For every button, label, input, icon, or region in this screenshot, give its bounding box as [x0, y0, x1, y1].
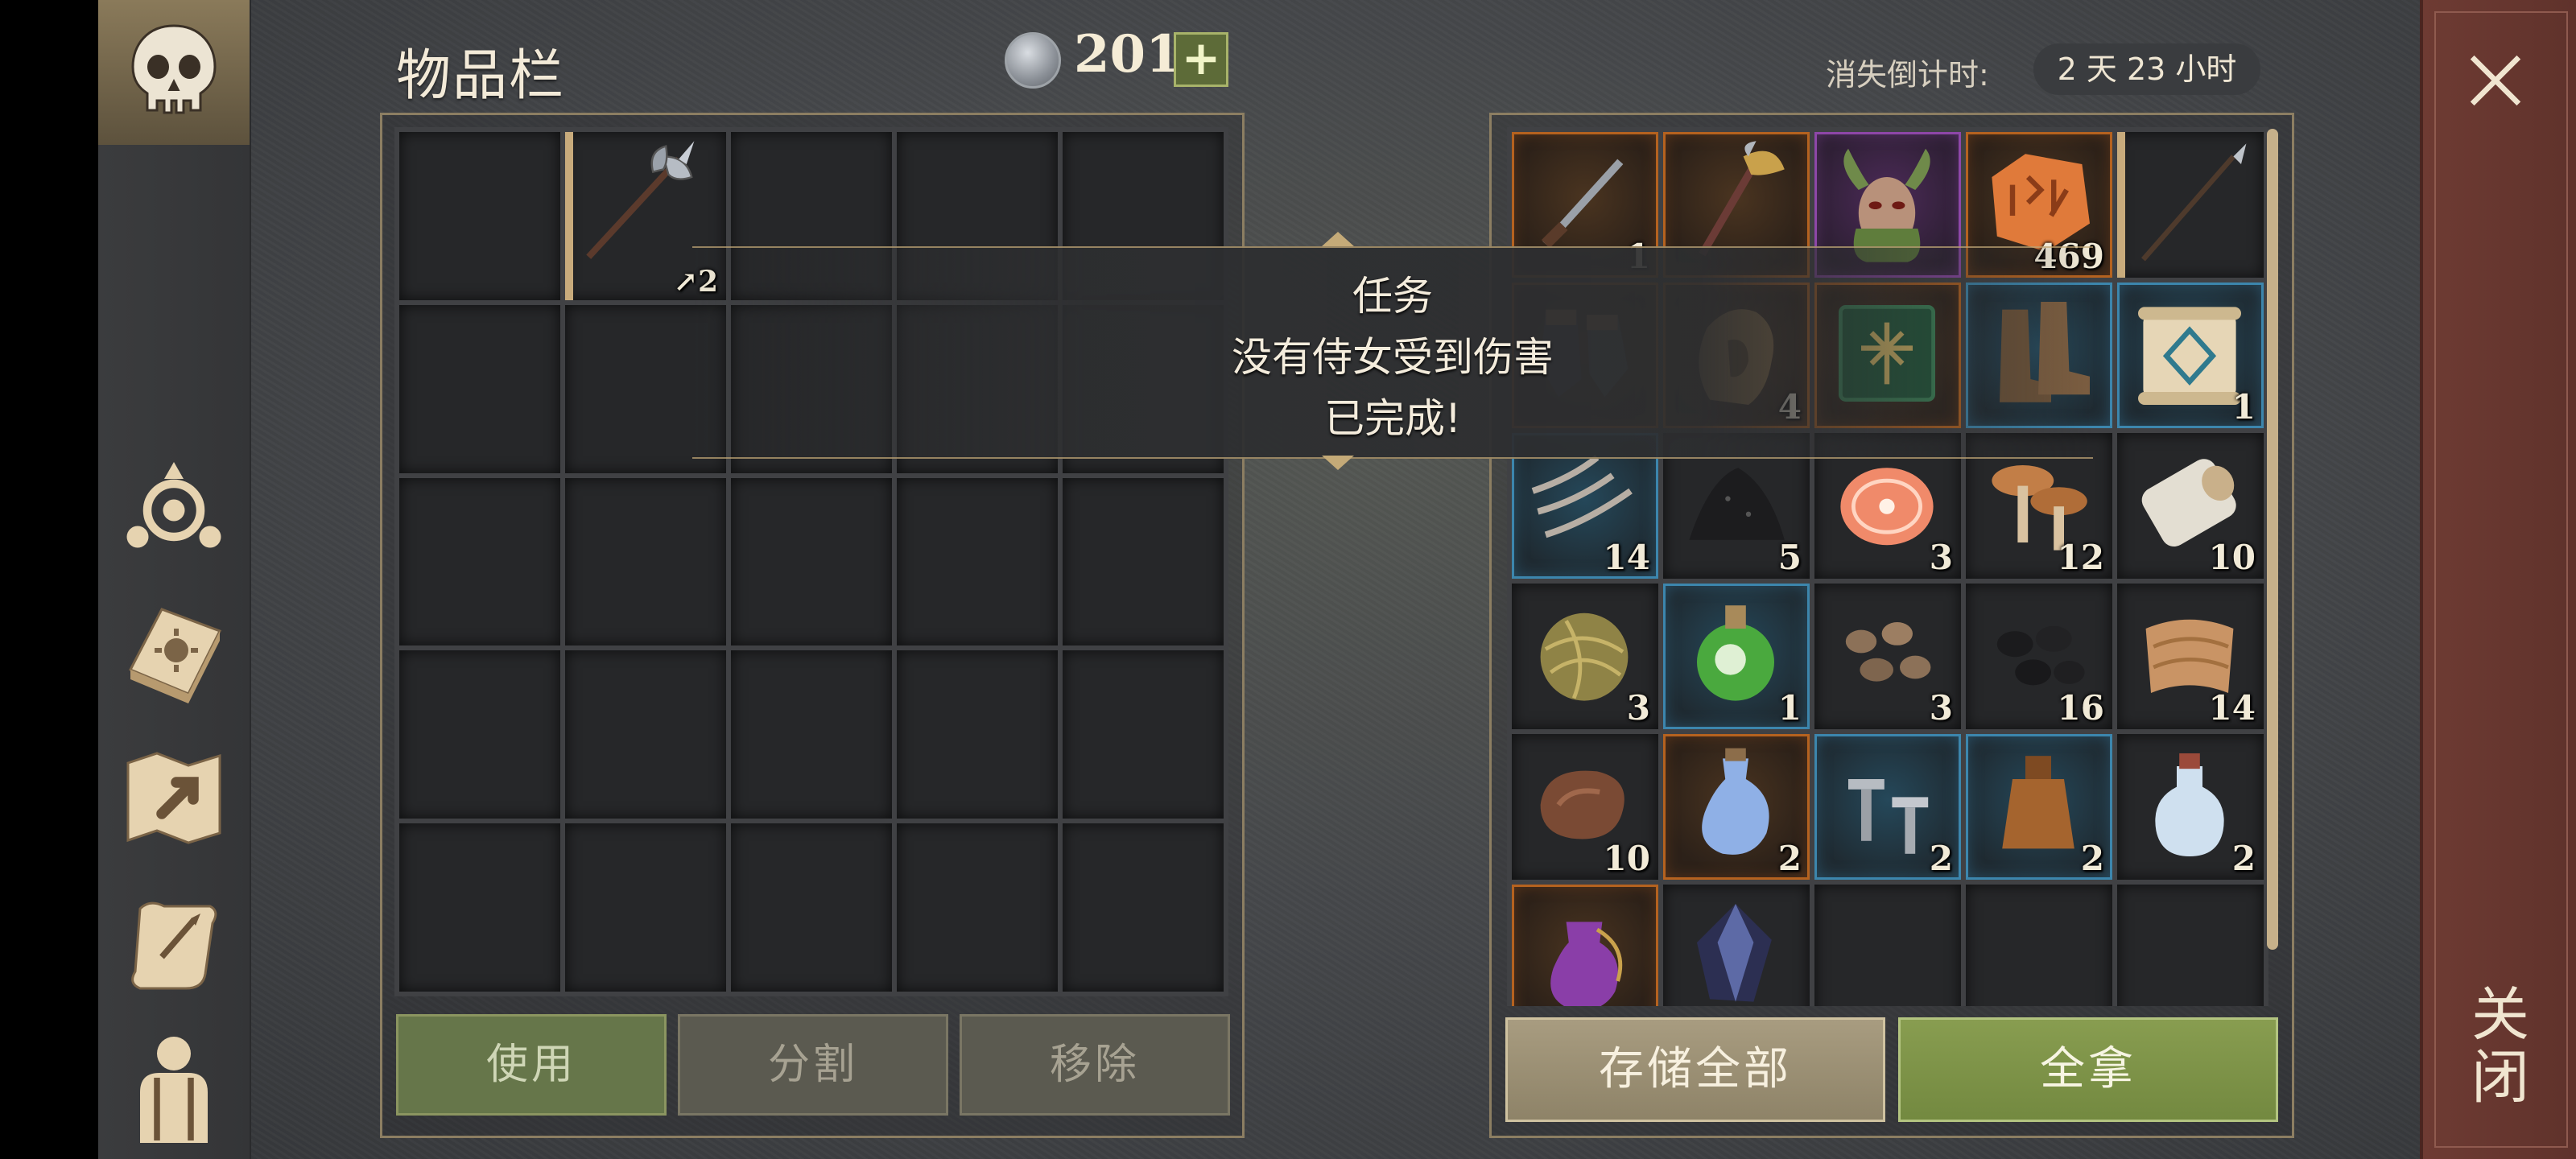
item-quantity: 14 — [2208, 688, 2256, 728]
loot-slot[interactable] — [1512, 885, 1658, 1006]
take-all-button[interactable]: 全拿 — [1898, 1017, 2278, 1122]
currency-amount: 201 — [1074, 24, 1182, 85]
remove-button[interactable]: 移除 — [960, 1014, 1230, 1116]
character-icon[interactable] — [111, 1022, 237, 1148]
item-quantity: 16 — [2057, 688, 2104, 728]
loot-slot[interactable]: 2 — [1663, 734, 1810, 880]
close-label[interactable]: 关闭 — [2459, 966, 2532, 1127]
close-icon[interactable] — [2457, 42, 2534, 119]
inventory-slot[interactable] — [565, 823, 726, 992]
item-quantity: 10 — [2208, 538, 2256, 577]
item-quantity: 3 — [1929, 688, 1953, 728]
item-quantity: 1 — [1777, 688, 1802, 728]
loot-slot[interactable] — [1663, 885, 1810, 1006]
notification-status: 已完成! — [1323, 395, 1462, 442]
inventory-slot[interactable] — [731, 823, 892, 992]
loot-slot[interactable] — [1814, 885, 1961, 1006]
loot-slot[interactable]: 10 — [1512, 734, 1658, 880]
inventory-slot[interactable] — [897, 477, 1058, 646]
loot-slot[interactable]: 1 — [1663, 584, 1810, 729]
notification-message: 没有侍女受到伤害 — [1232, 334, 1554, 381]
split-button[interactable]: 分割 — [678, 1014, 948, 1116]
loot-slot[interactable] — [1966, 885, 2112, 1006]
add-currency-button[interactable]: + — [1174, 32, 1228, 87]
inventory-slot[interactable] — [897, 650, 1058, 819]
loot-slot[interactable]: 2 — [1814, 734, 1961, 880]
item-quantity: 10 — [1603, 839, 1650, 878]
countdown-value: 2 天 23 小时 — [2033, 43, 2260, 95]
inventory-slot[interactable] — [565, 477, 726, 646]
store-all-button[interactable]: 存储全部 — [1505, 1017, 1885, 1122]
loot-slot[interactable]: 1 — [2117, 283, 2264, 428]
dark-crystal-icon — [1697, 904, 1772, 1002]
inventory-slot[interactable] — [399, 304, 560, 473]
item-quantity: 3 — [1626, 688, 1650, 728]
recipe-book-icon[interactable] — [111, 588, 237, 713]
item-quantity: 12 — [2057, 538, 2104, 577]
countdown-label: 消失倒计时: — [1826, 57, 1989, 93]
item-quantity: 2 — [2231, 839, 2256, 878]
inventory-slot[interactable] — [731, 650, 892, 819]
item-quantity: 3 — [1929, 538, 1953, 577]
inventory-slot[interactable] — [1063, 823, 1224, 992]
clan-icon[interactable] — [111, 443, 237, 568]
loot-slot[interactable]: 2 — [2117, 734, 2264, 880]
loot-slot[interactable] — [2117, 885, 2264, 1006]
inventory-slot[interactable] — [1063, 650, 1224, 819]
item-quantity: 14 — [1603, 538, 1650, 577]
loot-slot[interactable]: 16 — [1966, 584, 2112, 729]
halberd-icon — [586, 141, 695, 259]
item-quantity: 5 — [1777, 538, 1802, 577]
item-quantity: 2 — [1929, 839, 1953, 878]
inventory-slot[interactable] — [1063, 477, 1224, 646]
inventory-slot[interactable] — [399, 650, 560, 819]
page-title: 物品栏 — [396, 44, 566, 108]
item-quantity: 1 — [2231, 387, 2256, 427]
spear-icon — [2140, 143, 2247, 262]
quests-scroll-icon[interactable] — [111, 882, 237, 1008]
quest-notification: 任务 没有侍女受到伤害 已完成! — [692, 246, 2093, 459]
loot-scrollbar[interactable] — [2267, 129, 2278, 950]
inventory-slot[interactable] — [399, 132, 560, 300]
skull-icon[interactable] — [111, 11, 237, 137]
loot-slot[interactable]: 2 — [1966, 734, 2112, 880]
loot-slot[interactable]: 10 — [2117, 433, 2264, 579]
notification-pointer-bottom — [1322, 456, 1354, 470]
notification-title: 任务 — [1352, 273, 1433, 320]
inventory-slot[interactable] — [399, 477, 560, 646]
inventory-slot[interactable] — [731, 477, 892, 646]
loot-slot[interactable]: 3 — [1814, 584, 1961, 729]
loot-slot[interactable]: 14 — [2117, 584, 2264, 729]
loot-slot[interactable]: 3 — [1512, 584, 1658, 729]
inventory-slot[interactable] — [897, 823, 1058, 992]
silver-coin-icon — [1005, 32, 1061, 89]
item-quantity: 2 — [1777, 839, 1802, 878]
map-icon[interactable] — [111, 734, 237, 860]
inventory-slot[interactable] — [565, 650, 726, 819]
loot-slot[interactable] — [2117, 132, 2264, 278]
item-quantity: 2 — [2080, 839, 2104, 878]
use-button[interactable]: 使用 — [396, 1014, 667, 1116]
notification-pointer-top — [1322, 232, 1354, 246]
inventory-slot[interactable] — [399, 823, 560, 992]
purple-potion-icon — [1550, 922, 1623, 1006]
